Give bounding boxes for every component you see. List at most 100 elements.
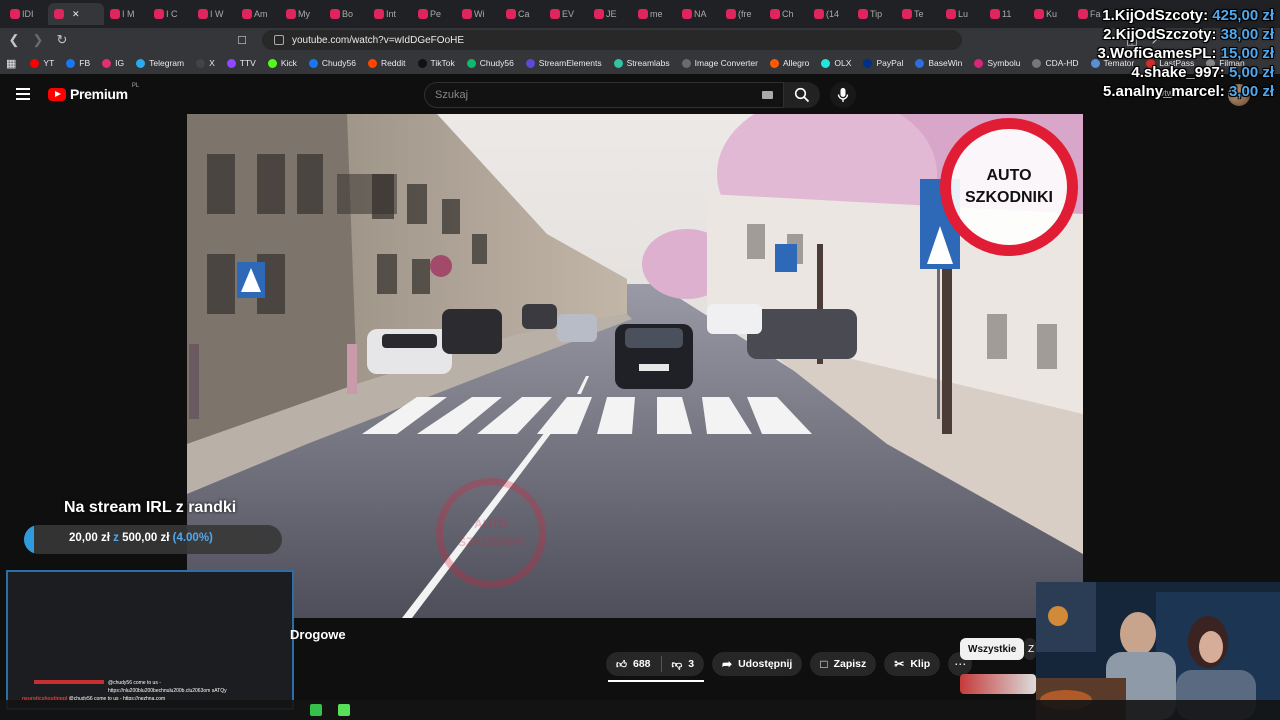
tab-favicon-icon (1034, 9, 1044, 19)
chat-message: @chudy56 come to us - (108, 680, 161, 686)
tab-favicon-icon (594, 9, 604, 19)
like-button[interactable]: 👍︎ 688 (616, 658, 651, 671)
keyboard-icon[interactable] (762, 91, 773, 99)
watermark-line1: AUTO (474, 517, 508, 531)
browser-tab[interactable]: My (280, 3, 324, 25)
browser-tab[interactable]: me (632, 3, 676, 25)
browser-tab[interactable]: I W (192, 3, 236, 25)
bookmark-item[interactable]: BaseWin (915, 58, 962, 68)
leaderboard-row: 2.KijOdSzczoty: 38,00 zł (1098, 25, 1274, 44)
browser-tab[interactable]: Bo (324, 3, 368, 25)
browser-tab[interactable]: Ch (764, 3, 808, 25)
bookmark-label: YT (43, 58, 55, 68)
browser-tab[interactable]: EV (544, 3, 588, 25)
bookmark-item[interactable]: YT (30, 58, 54, 68)
bookmark-item[interactable]: Allegro (769, 58, 809, 68)
tab-favicon-icon (330, 9, 340, 19)
bookmark-favicon-icon (974, 58, 984, 68)
recommended-thumbnail[interactable] (960, 674, 1036, 694)
taskbar-app-icon[interactable] (310, 704, 322, 716)
donor-name: 4.shake_997: (1131, 64, 1225, 81)
bookmark-favicon-icon (769, 58, 779, 68)
filter-chip-all[interactable]: Wszystkie (960, 638, 1025, 660)
browser-tab[interactable]: Int (368, 3, 412, 25)
bookmark-item[interactable]: Kick (267, 58, 297, 68)
voice-search-button[interactable] (830, 82, 856, 108)
close-tab-icon[interactable]: ✕ (72, 9, 80, 20)
clip-button[interactable]: ✂ Klip (884, 652, 941, 676)
save-label: Zapisz (833, 658, 867, 670)
bookmark-item[interactable]: CDA-HD (1032, 58, 1079, 68)
tab-favicon-icon (286, 9, 296, 19)
filter-chip-next[interactable]: Z (1024, 638, 1036, 660)
browser-tab[interactable]: Wi (456, 3, 500, 25)
bookmark-star-icon[interactable]: ☐ (232, 30, 252, 50)
bookmark-favicon-icon (915, 58, 925, 68)
browser-tab[interactable]: Am (236, 3, 280, 25)
save-button[interactable]: □ Zapisz (810, 652, 877, 676)
browser-tab[interactable]: Ku (1028, 3, 1072, 25)
tab-label: Te (914, 9, 924, 19)
bookmark-item[interactable]: Symbolu (974, 58, 1020, 68)
share-button[interactable]: ➦ Udostępnij (712, 652, 803, 676)
dislike-button[interactable]: 👎︎ 3 (672, 658, 695, 671)
bookmark-favicon-icon (196, 58, 206, 68)
thumbs-down-icon: 👎︎ (671, 658, 683, 671)
leaderboard-row: 3.WofiGamesPL: 15,00 zł (1098, 44, 1274, 63)
reload-icon[interactable]: ↻ (52, 30, 72, 50)
browser-tab[interactable]: (14 (808, 3, 852, 25)
browser-tab[interactable]: 11 (984, 3, 1028, 25)
menu-icon[interactable] (16, 88, 30, 100)
bookmark-item[interactable]: X (196, 58, 215, 68)
bookmark-item[interactable]: Chudy56 (308, 58, 356, 68)
tab-favicon-icon (550, 9, 560, 19)
donation-goal-text: 20,00 zł z 500,00 zł (4.00%) (69, 532, 213, 544)
chat-username-redacted (34, 680, 104, 684)
donation-amount: 425,00 zł (1212, 7, 1274, 24)
site-info-icon[interactable] (274, 35, 284, 45)
forward-icon[interactable]: ❯ (28, 30, 48, 50)
bookmark-item[interactable]: PayPal (863, 58, 903, 68)
bookmark-item[interactable]: Chudy56 (466, 58, 514, 68)
donation-amount: 38,00 zł (1220, 26, 1274, 43)
microphone-icon (837, 88, 849, 102)
bookmark-item[interactable]: Image Converter (681, 58, 758, 68)
bookmark-item[interactable]: TikTok (417, 58, 455, 68)
apps-grid-icon[interactable]: ▦ (6, 57, 16, 70)
logo-text: Premium (70, 86, 128, 102)
bookmark-label: Reddit (380, 58, 406, 68)
tab-favicon-icon (506, 9, 516, 19)
taskbar-app-icon[interactable] (338, 704, 350, 716)
browser-tab[interactable]: I M (104, 3, 148, 25)
browser-tab[interactable]: (fre (720, 3, 764, 25)
bookmark-item[interactable]: StreamElements (525, 58, 602, 68)
browser-tab[interactable]: I C (148, 3, 192, 25)
browser-tab[interactable]: Tip (852, 3, 896, 25)
youtube-premium-logo[interactable]: Premium PL (48, 83, 139, 102)
address-bar[interactable]: youtube.com/watch?v=wIdDGeFOoHE (262, 30, 962, 50)
bookmark-item[interactable]: Telegram (136, 58, 184, 68)
bookmark-item[interactable]: OLX (821, 58, 851, 68)
search-input[interactable]: Szukaj (424, 82, 784, 108)
tab-label: I W (210, 9, 224, 19)
bookmark-item[interactable]: TTV (226, 58, 256, 68)
browser-tab[interactable]: IDI (4, 3, 48, 25)
donor-name: 3.WofiGamesPL: (1097, 45, 1217, 62)
back-icon[interactable]: ❮ (4, 30, 24, 50)
search-button[interactable] (784, 82, 820, 108)
tab-label: IDI (22, 9, 34, 19)
bookmark-item[interactable]: FB (66, 58, 90, 68)
browser-tab[interactable]: Pe (412, 3, 456, 25)
browser-tab[interactable]: Te (896, 3, 940, 25)
bookmark-item[interactable]: IG (102, 58, 124, 68)
bookmark-item[interactable]: Reddit (367, 58, 406, 68)
browser-tab[interactable]: ✕ (48, 3, 104, 25)
bookmark-favicon-icon (863, 58, 873, 68)
bookmark-item[interactable]: Streamlabs (613, 58, 670, 68)
browser-tab[interactable]: Lu (940, 3, 984, 25)
browser-tab[interactable]: NA (676, 3, 720, 25)
browser-tab[interactable]: JE (588, 3, 632, 25)
browser-tab[interactable]: Ca (500, 3, 544, 25)
bookmark-icon: □ (820, 657, 828, 671)
video-actions: 👍︎ 688 👎︎ 3 ➦ Udostępnij □ Zapisz ✂ Klip… (606, 652, 973, 678)
